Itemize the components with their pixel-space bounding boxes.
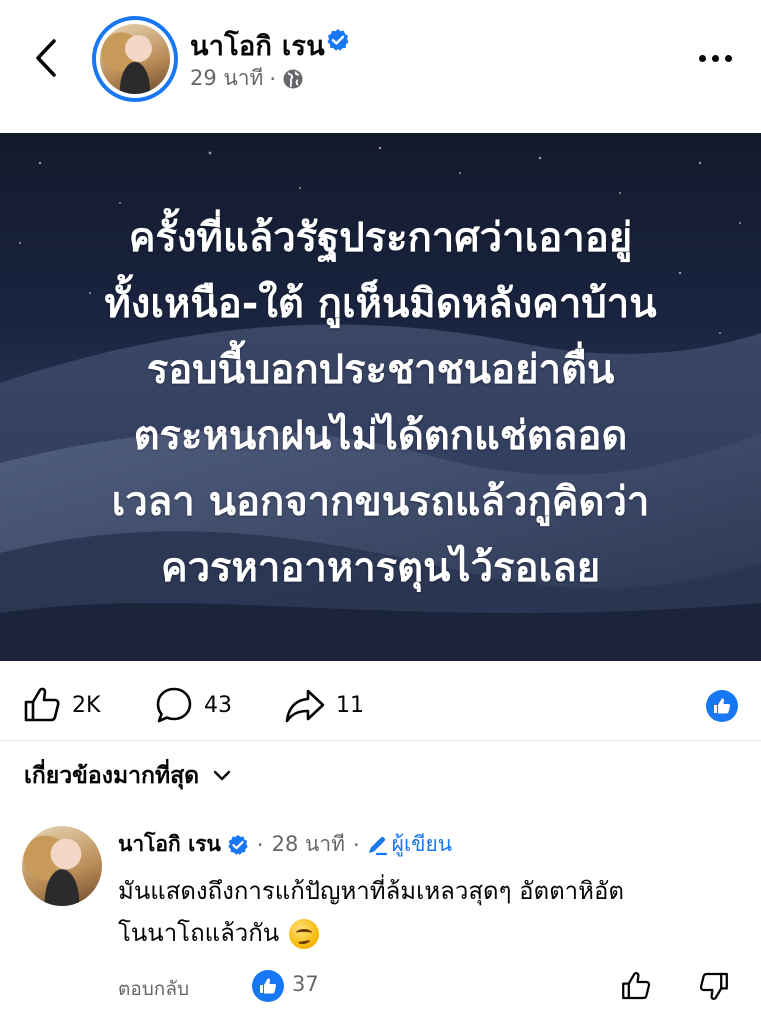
- back-button[interactable]: [24, 30, 68, 86]
- share-button[interactable]: 11: [284, 684, 364, 726]
- thumbs-up-icon: [24, 687, 60, 722]
- comment-avatar[interactable]: [22, 826, 102, 906]
- more-dot-icon: [724, 54, 732, 62]
- comment-separator: ·: [256, 832, 264, 857]
- post-image[interactable]: ครั้งที่แล้วรัฐประกาศว่าเอาอยู่ ทั้งเหนื…: [0, 133, 761, 661]
- comment-count: 43: [204, 692, 232, 718]
- comment-reaction-count: 37: [292, 972, 319, 996]
- thumbs-up-icon: [622, 972, 651, 1000]
- post-text-line: รอบนี้บอกประชาชนอย่าตื่น: [146, 347, 615, 393]
- post-header: นาโอกิ เรน 29 นาที ·: [0, 0, 761, 124]
- author-tag-label: ผู้เขียน: [391, 832, 453, 856]
- comment-text-line-2: โนนาโถแล้วกัน: [118, 912, 738, 954]
- post-action-bar: 2K 43 11: [0, 676, 761, 734]
- verified-badge-icon: [228, 834, 248, 855]
- post-text: ครั้งที่แล้วรัฐประกาศว่าเอาอยู่ ทั้งเหนื…: [0, 205, 761, 601]
- comment-time[interactable]: 28 นาที: [272, 828, 345, 861]
- comment-separator: ·: [352, 832, 360, 857]
- avatar-image: [100, 24, 170, 94]
- comment-button[interactable]: 43: [154, 684, 232, 726]
- thumbs-up-filled-icon: [714, 698, 731, 714]
- woozy-face-emoji-icon: [289, 919, 320, 949]
- post-text-line: ควรหาอาหารตุนไว้รอเลย: [160, 545, 601, 591]
- verified-badge-icon: [327, 29, 349, 51]
- comment-header: นาโอกิ เรน · 28 นาที · ผู้เขียน: [118, 828, 452, 861]
- like-count: 2K: [72, 692, 101, 718]
- pencil-icon: [368, 836, 387, 855]
- globe-icon: [283, 69, 303, 88]
- author-tag: ผู้เขียน: [366, 828, 453, 861]
- comment-upvote-button[interactable]: [618, 968, 654, 1004]
- post-text-line: ครั้งที่แล้วรัฐประกาศว่าเอาอยู่: [128, 215, 633, 261]
- comment-actions: ตอบกลับ 37: [118, 968, 738, 1004]
- comment-author[interactable]: นาโอกิ เรน: [118, 828, 221, 861]
- reply-button[interactable]: ตอบกลับ: [118, 974, 189, 1004]
- like-button[interactable]: 2K: [22, 684, 100, 726]
- chevron-down-icon: [213, 770, 231, 781]
- meta-separator: ·: [269, 66, 277, 91]
- comment-text-line: โนนาโถแล้วกัน: [118, 919, 280, 947]
- share-arrow-icon: [285, 689, 325, 723]
- comment-like-reaction-icon[interactable]: [252, 970, 284, 1002]
- comment-text-line: มันแสดงถึงการแก้ปัญหาที่ล้มเหลวสุดๆ อัตต…: [118, 877, 624, 905]
- post-time[interactable]: 29 นาที: [190, 62, 263, 95]
- post-meta: 29 นาที ·: [190, 62, 304, 95]
- comment-sort-dropdown[interactable]: เกี่ยวข้องมากที่สุด: [24, 758, 231, 794]
- more-dot-icon: [711, 54, 719, 62]
- post-text-line: ทั้งเหนือ-ใต้ กูเห็นมิดหลังคาบ้าน: [104, 281, 657, 327]
- author-avatar[interactable]: [92, 16, 178, 102]
- like-reaction-icon[interactable]: [706, 690, 738, 722]
- more-dot-icon: [698, 54, 706, 62]
- chevron-left-icon: [36, 39, 56, 77]
- comment-body: มันแสดงถึงการแก้ปัญหาที่ล้มเหลวสุดๆ อัตต…: [118, 870, 738, 954]
- section-divider: [0, 740, 761, 741]
- post-text-line: เวลา นอกจากขนรถแล้วกูคิดว่า: [111, 479, 650, 525]
- post-text-line: ตระหนกฝนไม่ได้ตกแช่ตลอด: [133, 413, 628, 459]
- sort-label: เกี่ยวข้องมากที่สุด: [24, 763, 200, 789]
- comment-downvote-button[interactable]: [696, 968, 732, 1004]
- thumbs-up-filled-icon: [260, 978, 277, 994]
- comment-bubble-icon: [156, 687, 192, 723]
- share-count: 11: [336, 692, 364, 718]
- more-options-button[interactable]: [690, 40, 740, 76]
- thumbs-down-icon: [699, 972, 728, 1000]
- author-name[interactable]: นาโอกิ เรน: [190, 24, 325, 67]
